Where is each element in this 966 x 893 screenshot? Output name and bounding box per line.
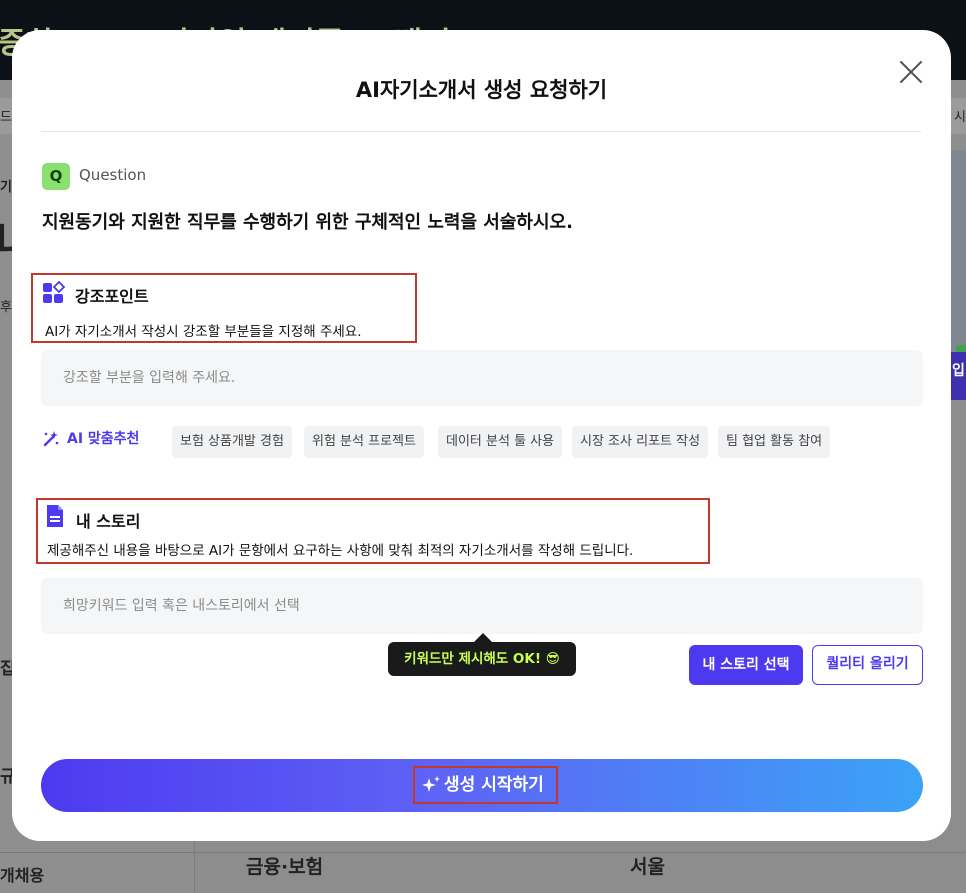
emphasis-title: 강조포인트 (75, 287, 149, 306)
title-divider (41, 131, 921, 132)
improve-quality-button[interactable]: 퀄리티 올리기 (812, 645, 923, 685)
keyword-chip[interactable]: 위험 분석 프로젝트 (304, 426, 424, 458)
keyword-chip[interactable]: 데이터 분석 툴 사용 (438, 426, 563, 458)
story-title: 내 스토리 (76, 512, 141, 531)
story-description: 제공해주신 내용을 바탕으로 AI가 문항에서 요구하는 사항에 맞춰 최적의 … (47, 543, 634, 559)
generate-button-label: 생성 시작하기 (444, 775, 544, 795)
question-text: 지원동기와 지원한 직무를 수행하기 위한 구체적인 노력을 서술하시오. (42, 212, 573, 233)
select-story-button[interactable]: 내 스토리 선택 (689, 645, 803, 685)
keyword-chip[interactable]: 보험 상품개발 경험 (172, 426, 292, 458)
keyword-chip[interactable]: 팀 협업 활동 참여 (718, 426, 831, 458)
ai-recommend-label: AI 맞춤추천 (67, 431, 140, 447)
bg-table-cell: 금융·보험 (246, 856, 324, 878)
ai-cover-letter-modal: AI자기소개서 생성 요청하기 Q Question 지원동기와 지원한 직무를… (12, 30, 951, 841)
keyword-tooltip: 키워드만 제시해도 OK! 😎 (388, 633, 576, 676)
close-icon[interactable] (898, 59, 924, 85)
modal-title: AI자기소개서 생성 요청하기 (355, 78, 608, 102)
bg-table-cell: 서울 (630, 856, 665, 878)
question-badge: Q (42, 163, 70, 190)
magic-wand-icon (43, 431, 59, 447)
story-keyword-input[interactable] (41, 578, 923, 634)
sparkle-icon (422, 776, 440, 792)
bg-table-divider (0, 852, 966, 853)
document-icon (47, 505, 63, 527)
emphasis-apps-icon (43, 281, 66, 303)
bg-side-label: 후 (0, 300, 12, 315)
bg-side-label: 기 (0, 180, 12, 195)
emphasis-description: AI가 자기소개서 작성시 강조할 부분들을 지정해 주세요. (45, 324, 362, 340)
emphasis-input[interactable] (41, 350, 923, 406)
keyword-chip[interactable]: 시장 조사 리포트 작성 (572, 426, 709, 458)
bg-side-label: 개채용 (0, 866, 45, 885)
question-label: Question (79, 166, 147, 184)
start-generate-button[interactable]: 생성 시작하기 (41, 759, 923, 812)
bg-right-tab: 시 (950, 98, 966, 134)
